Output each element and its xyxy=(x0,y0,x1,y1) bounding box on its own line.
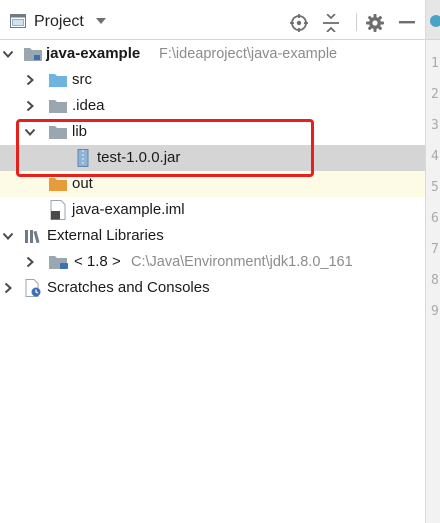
editor-gutter: 1 2 3 4 5 6 7 8 9 xyxy=(425,0,440,523)
tree-label-iml: java-example.iml xyxy=(72,201,185,218)
tree-row-iml[interactable]: java-example.iml xyxy=(0,197,425,223)
jdk-folder-icon xyxy=(49,256,68,269)
tree-row-lib[interactable]: lib xyxy=(0,119,425,145)
module-folder-icon xyxy=(24,48,42,61)
line-number: 3 xyxy=(431,118,439,133)
chevron-down-icon[interactable] xyxy=(24,126,36,138)
tree-label-idea: .idea xyxy=(72,97,105,114)
editor-tab[interactable] xyxy=(426,0,440,40)
tree-row-external-libraries[interactable]: External Libraries xyxy=(0,223,425,249)
tree-row-jdk[interactable]: < 1.8 > C:\Java\Environment\jdk1.8.0_161 xyxy=(0,249,425,275)
tree-row-java-example[interactable]: java-example F:\ideaproject\java-example xyxy=(0,41,425,67)
folder-icon xyxy=(49,100,67,113)
toolbar-separator xyxy=(356,13,357,31)
tree-row-out[interactable]: out xyxy=(0,171,425,197)
file-tab-icon xyxy=(430,15,440,27)
project-view-icon[interactable] xyxy=(10,14,26,28)
panel-title[interactable]: Project xyxy=(34,13,84,31)
line-number: 5 xyxy=(431,180,439,195)
tree-label-lib: lib xyxy=(72,123,88,140)
line-number: 4 xyxy=(431,149,439,164)
libraries-icon xyxy=(25,230,40,244)
tree-label-external-libraries: External Libraries xyxy=(47,227,164,244)
tree-label-out: out xyxy=(72,175,93,192)
dropdown-icon[interactable] xyxy=(96,18,106,25)
tree-row-idea[interactable]: .idea xyxy=(0,93,425,119)
chevron-down-icon[interactable] xyxy=(2,230,14,242)
tree-label-src: src xyxy=(72,71,92,88)
jar-file-icon xyxy=(77,149,89,167)
locate-icon[interactable] xyxy=(290,14,308,32)
line-number: 9 xyxy=(431,304,439,319)
iml-file-icon xyxy=(50,200,66,220)
settings-icon[interactable] xyxy=(366,14,384,32)
folder-icon xyxy=(49,126,67,139)
project-toolbar: Project xyxy=(0,0,425,40)
line-number: 8 xyxy=(431,273,439,288)
tree-row-src[interactable]: src xyxy=(0,67,425,93)
tree-label-root: java-example xyxy=(46,45,141,62)
tree-jdk-path: C:\Java\Environment\jdk1.8.0_161 xyxy=(131,254,353,270)
tree-root-path: F:\ideaproject\java-example xyxy=(159,46,338,62)
project-panel: Project java-example F:\ideaproject\java… xyxy=(0,0,425,523)
line-number: 1 xyxy=(431,56,439,71)
line-number: 2 xyxy=(431,87,439,102)
hide-icon[interactable] xyxy=(399,21,415,24)
tree-label-jar: test-1.0.0.jar xyxy=(97,149,181,166)
tree-label-jdk: < 1.8 > xyxy=(74,253,121,270)
chevron-down-icon[interactable] xyxy=(2,48,14,60)
tree-row-jar[interactable]: test-1.0.0.jar xyxy=(0,145,425,171)
line-number: 7 xyxy=(431,242,439,257)
chevron-right-icon[interactable] xyxy=(24,100,36,112)
collapse-all-icon[interactable] xyxy=(323,14,339,32)
chevron-right-icon[interactable] xyxy=(2,282,14,294)
line-number: 6 xyxy=(431,211,439,226)
scratches-icon xyxy=(25,279,41,297)
excluded-folder-icon xyxy=(49,178,67,191)
tree-label-scratches: Scratches and Consoles xyxy=(47,279,210,296)
chevron-right-icon[interactable] xyxy=(24,74,36,86)
chevron-right-icon[interactable] xyxy=(24,256,36,268)
tree-row-scratches[interactable]: Scratches and Consoles xyxy=(0,275,425,301)
source-folder-icon xyxy=(49,74,67,87)
